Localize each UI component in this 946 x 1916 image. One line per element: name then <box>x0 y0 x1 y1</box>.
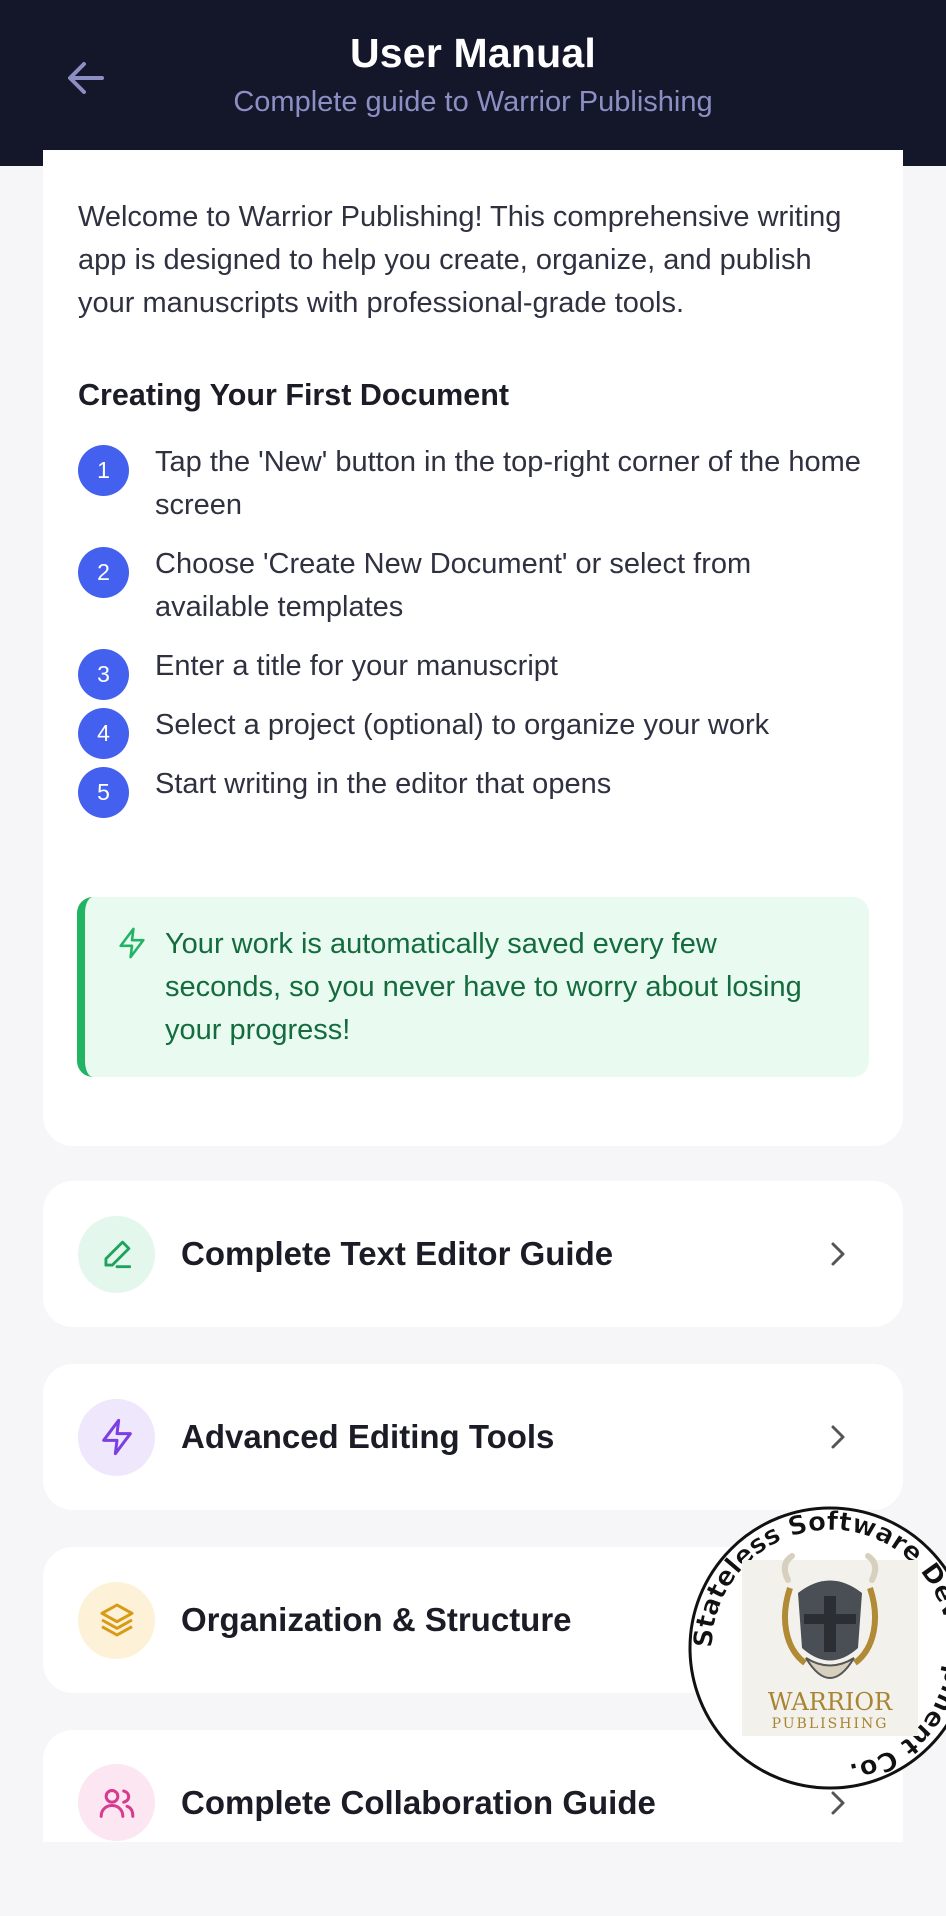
step-item: 3 Enter a title for your manuscript <box>78 645 868 700</box>
tip-text: Your work is automatically saved every f… <box>165 928 802 1046</box>
pencil-icon <box>103 1240 131 1269</box>
step-text: Tap the 'New' button in the top-right co… <box>155 446 861 521</box>
step-text: Select a project (optional) to organize … <box>155 709 770 741</box>
step-item: 4 Select a project (optional) to organiz… <box>78 704 868 759</box>
chevron-right-icon <box>831 1242 845 1266</box>
step-number-badge: 5 <box>78 767 129 818</box>
step-text: Enter a title for your manuscript <box>155 650 558 682</box>
watermark-stamp: Stateless Software Development Co. WARRI… <box>680 1498 946 1798</box>
steps-list: 1 Tap the 'New' button in the top-right … <box>78 441 868 818</box>
guide-label: Advanced Editing Tools <box>181 1418 555 1455</box>
step-number-badge: 4 <box>78 708 129 759</box>
autosave-tip: Your work is automatically saved every f… <box>77 897 869 1077</box>
lightning-icon <box>101 1418 132 1456</box>
lightning-icon <box>119 927 145 959</box>
icon-circle <box>78 1398 155 1476</box>
step-number-badge: 1 <box>78 445 129 496</box>
page-subtitle: Complete guide to Warrior Publishing <box>233 86 713 118</box>
svg-text:WARRIOR: WARRIOR <box>768 1688 893 1716</box>
icon-circle <box>78 1764 155 1841</box>
section-heading: Creating Your First Document <box>78 378 510 412</box>
step-item: 5 Start writing in the editor that opens <box>78 763 868 818</box>
step-text: Choose 'Create New Document' or select f… <box>155 548 752 623</box>
step-number-badge: 3 <box>78 649 129 700</box>
chevron-right-icon <box>831 1425 845 1449</box>
step-item: 2 Choose 'Create New Document' or select… <box>78 543 868 629</box>
intro-card: Welcome to Warrior Publishing! This comp… <box>43 150 903 1146</box>
app-header: User Manual Complete guide to Warrior Pu… <box>0 0 946 166</box>
step-item: 1 Tap the 'New' button in the top-right … <box>78 441 868 527</box>
page-title: User Manual <box>350 30 596 76</box>
layers-icon <box>100 1603 133 1637</box>
guide-advanced-editing-card[interactable]: Advanced Editing Tools <box>43 1364 903 1510</box>
icon-circle <box>78 1581 155 1659</box>
guide-text-editor-card[interactable]: Complete Text Editor Guide <box>43 1181 903 1327</box>
warrior-publishing-logo: Stateless Software Development Co. WARRI… <box>688 1507 946 1790</box>
step-number-badge: 2 <box>78 547 129 598</box>
guide-label: Complete Text Editor Guide <box>181 1235 614 1272</box>
intro-text: Welcome to Warrior Publishing! This comp… <box>78 201 842 319</box>
step-text: Start writing in the editor that opens <box>155 768 612 800</box>
svg-text:PUBLISHING: PUBLISHING <box>772 1716 889 1732</box>
icon-circle <box>78 1215 155 1293</box>
users-icon <box>99 1788 134 1818</box>
